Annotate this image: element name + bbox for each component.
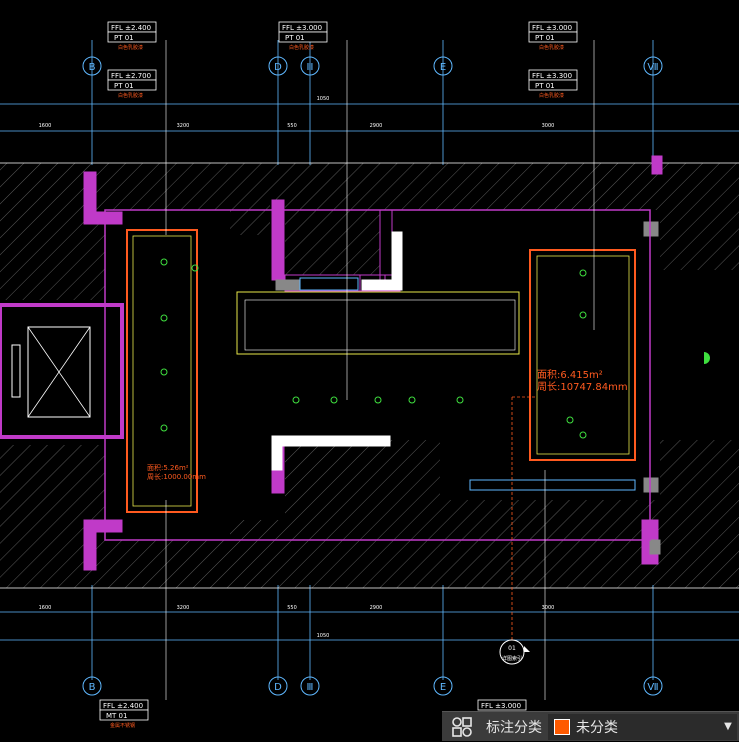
area-left-area: 面积:5.26m² [147,463,189,472]
white-partition [271,435,391,447]
dim-text: 2900 [370,605,383,611]
grid-label-top: B [89,62,96,73]
elevator-void [0,300,120,445]
gray-column [275,279,301,291]
white-partition [361,279,401,291]
ffl-code: PT 01 [114,82,134,90]
dim-text: 3000 [542,605,555,611]
area-right-perimeter: 周长:10747.84mm [537,381,628,393]
category-color-swatch [554,718,570,735]
ffl-text: FFL ±3.000 [481,702,521,710]
gray-column [649,539,661,555]
ffl-code: PT 01 [535,82,555,90]
section-ref: 详图索引 [502,655,522,662]
grid-label-bottom: E [440,682,446,693]
dim-text: 550 [287,123,297,129]
ffl-tag: FFL ±2.400 MT 01 金属不锈钢 [99,699,149,729]
ffl-text: FFL ±2.700 [111,72,151,80]
ffl-note: 白色乳胶漆 [539,44,564,51]
ffl-text: FFL ±3.000 [532,24,572,32]
ffl-text: FFL ±2.400 [103,702,143,710]
category-grid-icon[interactable] [442,712,482,742]
gray-column [643,477,659,493]
dim-text: 2900 [370,123,383,129]
dim-text: 550 [287,605,297,611]
ffl-text: FFL ±3.300 [532,72,572,80]
ffl-tag: FFL ±3.000 PT 01 白色乳胶漆 [278,21,328,51]
category-dropdown[interactable]: 未分类 ▼ [548,713,737,740]
dim-text: 1600 [39,123,52,129]
ffl-note: 白色乳胶漆 [539,92,564,99]
grid-label-top: E [440,62,446,73]
ffl-tag: FFL ±3.000 [477,699,527,711]
annotation-category-bar: 标注分类 未分类 ▼ [442,711,739,741]
section-arrow [524,646,530,652]
grid-label-bottom: Ⅲ [307,682,314,693]
chevron-down-icon: ▼ [724,721,732,732]
grid-label-top: Ⅶ [647,62,658,73]
ffl-note: 金属不锈钢 [110,722,135,729]
dim-text: 1050 [317,633,330,639]
column [651,155,663,175]
column [271,199,285,281]
dim-text: 3200 [177,605,190,611]
ffl-code: PT 01 [114,34,134,42]
annotation-category-label: 标注分类 [486,719,542,736]
dim-text: 1050 [317,96,330,102]
ffl-text: FFL ±2.400 [111,24,151,32]
ffl-tag: FFL ±2.400 PT 01 白色乳胶漆 [107,21,157,51]
dim-text: 1600 [39,605,52,611]
white-partition [271,435,283,471]
column [83,519,97,571]
ffl-note: 白色乳胶漆 [118,44,143,51]
ffl-tag: FFL ±3.300 PT 01 白色乳胶漆 [528,69,578,99]
grid-label-top: D [274,62,282,73]
category-selected-value: 未分类 [576,719,618,736]
area-right-area: 面积:6.415m² [537,369,603,381]
cad-drawing-canvas[interactable]: B B D D Ⅲ Ⅲ E E Ⅶ Ⅶ 1050 1600 3200 550 2900 3000 1600 320… [0,0,739,741]
grid-label-top: Ⅲ [307,62,314,73]
grid-label-bottom: Ⅶ [647,682,658,693]
ffl-text: FFL ±3.000 [282,24,322,32]
area-left-perimeter: 周长:1000.00mm [147,472,206,481]
ffl-code: PT 01 [535,34,555,42]
ffl-code: PT 01 [285,34,305,42]
gray-column [643,221,659,237]
dim-text: 3000 [542,123,555,129]
ffl-tag: FFL ±3.000 PT 01 白色乳胶漆 [528,21,578,51]
ffl-tag: FFL ±2.700 PT 01 白色乳胶漆 [107,69,157,99]
grid-label-bottom: B [89,682,96,693]
dim-text: 3200 [177,123,190,129]
ffl-code: MT 01 [106,712,127,720]
grid-label-bottom: D [274,682,282,693]
section-num: 01 [508,645,516,652]
ffl-note: 白色乳胶漆 [118,92,143,99]
column [83,211,123,225]
ffl-note: 白色乳胶漆 [289,44,314,51]
